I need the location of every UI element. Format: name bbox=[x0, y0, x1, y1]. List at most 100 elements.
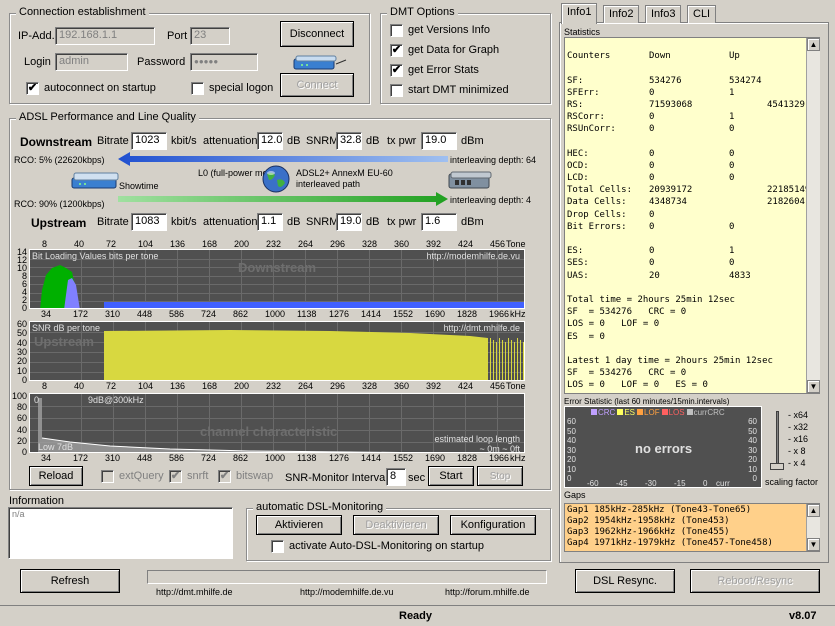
special-logon-label: special logon bbox=[209, 82, 274, 94]
stats-cell: 1 bbox=[729, 246, 735, 257]
stats-row bbox=[567, 343, 819, 355]
stats-row: OCD: 0 0 bbox=[567, 160, 819, 172]
up-txpwr-label: tx pwr bbox=[387, 216, 417, 228]
error-legend: CRC ES LOF LOS currCRC bbox=[589, 408, 725, 417]
gap-row: Gap4 1971kHz-1979kHz (Tone457-Tone458) bbox=[567, 538, 773, 548]
deactivate-button[interactable]: Deaktivieren bbox=[353, 515, 439, 535]
khz-axis-tick: 1276 bbox=[329, 309, 350, 319]
error-x-tick: -60 bbox=[587, 479, 599, 488]
snr-bar bbox=[523, 342, 524, 380]
gaps-scrollbar[interactable]: ▲ ▼ bbox=[806, 504, 820, 551]
stats-cell: LOS = 0 LOF = 0 bbox=[567, 319, 660, 330]
dsl-resync-button[interactable]: DSL Resync. bbox=[575, 569, 675, 593]
stats-cell: Total time = 2hours 25min 12sec bbox=[567, 294, 735, 305]
ip-field[interactable]: 192.168.1.1 bbox=[55, 27, 155, 45]
khz-axis-tick: 1000 bbox=[265, 309, 286, 319]
tone-axis-tick: 456 bbox=[490, 239, 506, 249]
stats-cell: RSUnCorr: bbox=[567, 124, 616, 135]
scroll-up-icon[interactable]: ▲ bbox=[807, 38, 820, 51]
scaling-slider[interactable] bbox=[768, 409, 788, 473]
tab-info1[interactable]: Info1 bbox=[561, 3, 598, 24]
tab-info2[interactable]: Info2 bbox=[603, 5, 640, 23]
versions-info-checkbox[interactable] bbox=[390, 24, 403, 37]
autoconnect-label: autoconnect on startup bbox=[44, 82, 156, 94]
error-y-tick: 60 bbox=[748, 417, 757, 426]
disconnect-button[interactable]: Disconnect bbox=[280, 21, 354, 47]
snr-interval-field[interactable]: 8 bbox=[386, 468, 406, 486]
stats-cell: 0 bbox=[729, 148, 735, 159]
link-dmt[interactable]: http://dmt.mhilfe.de bbox=[156, 587, 233, 597]
reboot-resync-button[interactable]: Reboot/Resync bbox=[690, 569, 820, 593]
bitswap-label: bitswap bbox=[236, 470, 274, 482]
tone-axis-tick: 200 bbox=[234, 239, 250, 249]
down-snrm-db-label: dB bbox=[366, 135, 380, 147]
bitswap-checkbox[interactable]: ✔ bbox=[218, 470, 231, 483]
stats-cell: Down bbox=[649, 51, 671, 62]
snr-bar bbox=[490, 338, 491, 380]
gaps-scroll-up-icon[interactable]: ▲ bbox=[807, 504, 820, 517]
scroll-down-icon[interactable]: ▼ bbox=[807, 380, 820, 393]
link-forum[interactable]: http://forum.mhilfe.de bbox=[445, 587, 530, 597]
stats-cell: UAS: bbox=[567, 270, 589, 281]
tone-axis-tick: 168 bbox=[202, 239, 218, 249]
link-modemhilfe[interactable]: http://modemhilfe.de.vu bbox=[300, 587, 394, 597]
error-y-tick: 30 bbox=[748, 445, 757, 455]
khz-axis-tick: 1414 bbox=[361, 309, 382, 319]
stats-cell: 0 bbox=[729, 173, 735, 184]
error-y-tick: 0 bbox=[752, 474, 757, 483]
login-field[interactable]: admin bbox=[55, 53, 128, 71]
statistics-scrollbar[interactable]: ▲ ▼ bbox=[806, 38, 820, 393]
autoconnect-checkbox[interactable]: ✔ bbox=[26, 82, 39, 95]
stats-cell: ES = 0 bbox=[567, 331, 605, 342]
error-stats-checkbox[interactable]: ✔ bbox=[390, 64, 403, 77]
graph-data-label: get Data for Graph bbox=[408, 44, 500, 56]
gap-row: Gap2 1954kHz-1958kHz (Tone453) bbox=[567, 516, 730, 526]
port-field[interactable]: 23 bbox=[190, 27, 230, 45]
extquery-checkbox[interactable] bbox=[101, 470, 114, 483]
stop-button[interactable]: Stop bbox=[477, 466, 523, 486]
start-button[interactable]: Start bbox=[428, 466, 474, 486]
snr-interval-label: SNR-Monitor Interval: bbox=[285, 472, 391, 484]
up-db-label: dB bbox=[287, 216, 301, 228]
password-field[interactable]: ●●●●● bbox=[190, 53, 258, 71]
stats-row: Bit Errors: 0 0 bbox=[567, 221, 819, 233]
up-snrm-field: 19.0 bbox=[336, 213, 362, 231]
activate-button[interactable]: Aktivieren bbox=[256, 515, 342, 535]
start-minimized-checkbox[interactable] bbox=[390, 84, 403, 97]
tone-axis-tick: 232 bbox=[266, 239, 282, 249]
tone-axis-tick: 136 bbox=[170, 381, 186, 391]
scaling-factor-label: scaling factor bbox=[765, 477, 819, 487]
snr-bar bbox=[499, 338, 500, 380]
adsl-title: ADSL Performance and Line Quality bbox=[16, 111, 199, 123]
stats-cell: Drop Cells: bbox=[567, 209, 627, 220]
special-logon-checkbox[interactable] bbox=[191, 82, 204, 95]
graph-data-checkbox[interactable]: ✔ bbox=[390, 44, 403, 57]
tone-axis-tick: Tone bbox=[506, 239, 526, 249]
reload-button[interactable]: Reload bbox=[29, 466, 83, 486]
refresh-button[interactable]: Refresh bbox=[20, 569, 120, 593]
tab-cli[interactable]: CLI bbox=[687, 5, 717, 23]
snrft-checkbox[interactable]: ✔ bbox=[169, 470, 182, 483]
up-snrm-db-label: dB bbox=[366, 216, 380, 228]
khz-axis-tick: 586 bbox=[169, 309, 185, 319]
khz-axis-tick: 1828 bbox=[457, 453, 478, 463]
khz-axis-tick: 448 bbox=[137, 453, 153, 463]
stats-row: LCD: 0 0 bbox=[567, 172, 819, 184]
scaling-option: - x32 bbox=[788, 422, 809, 432]
gaps-scroll-down-icon[interactable]: ▼ bbox=[807, 538, 820, 551]
error-y-tick: 60 bbox=[567, 417, 576, 426]
bits-chart: Downstream Bit Loading Values bits per t… bbox=[29, 249, 525, 309]
configuration-button[interactable]: Konfiguration bbox=[450, 515, 536, 535]
khz-axis-tick: 34 bbox=[41, 309, 52, 319]
stats-row: SFErr: 0 1 bbox=[567, 87, 819, 99]
auto-dsl-startup-checkbox[interactable] bbox=[271, 540, 284, 553]
sec-label: sec bbox=[408, 472, 426, 484]
stats-row: LOS = 0 LOF = 0 ES = 0 bbox=[567, 379, 819, 391]
up-kbits-label: kbit/s bbox=[171, 216, 197, 228]
tab-info3[interactable]: Info3 bbox=[645, 5, 682, 23]
down-dbm-label: dBm bbox=[461, 135, 484, 147]
up-bitrate-field: 1083 bbox=[131, 213, 167, 231]
stats-cell: 0 bbox=[649, 258, 655, 269]
legend-label: currCRC bbox=[693, 408, 725, 417]
connect-button[interactable]: Connect bbox=[280, 73, 354, 97]
